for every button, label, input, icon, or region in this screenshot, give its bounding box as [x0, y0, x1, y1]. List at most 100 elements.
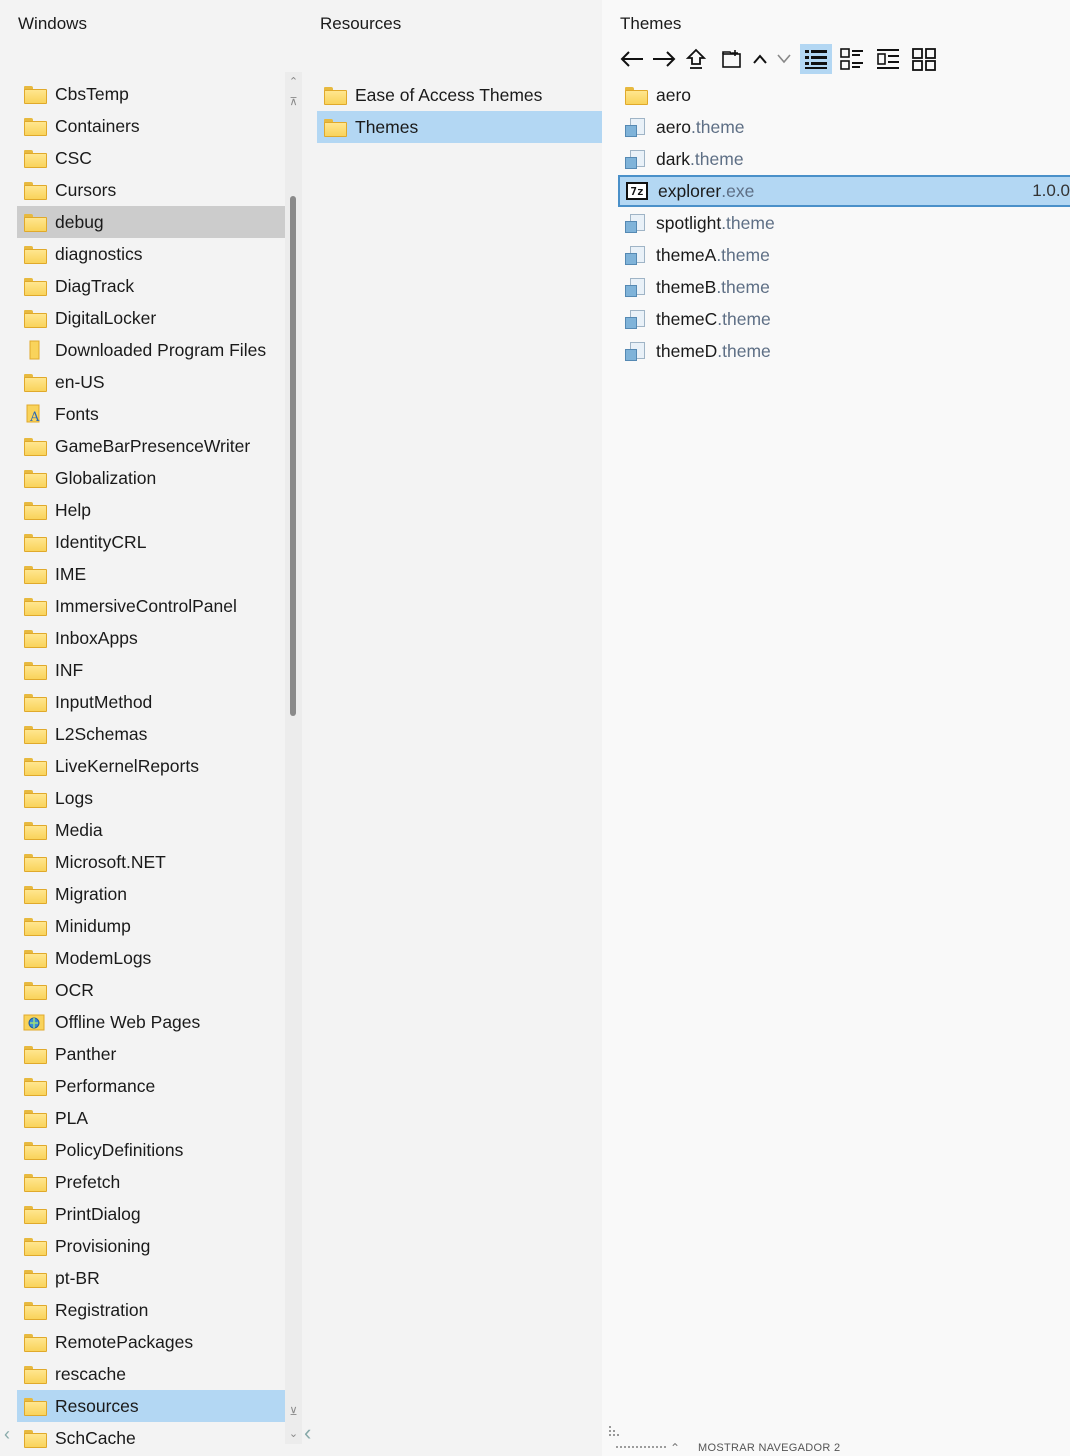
scrollbar-thumb[interactable]	[290, 196, 296, 716]
folder-icon	[23, 371, 47, 393]
folder-row-printdialog[interactable]: PrintDialog	[17, 1198, 302, 1230]
folder-row-ease-of-access-themes[interactable]: Ease of Access Themes	[317, 79, 602, 111]
folder-label: Fonts	[55, 403, 99, 424]
folder-row-remotepackages[interactable]: RemotePackages	[17, 1326, 302, 1358]
folder-row-schcache[interactable]: SchCache	[17, 1422, 302, 1454]
forward-arrow-icon[interactable]	[648, 44, 680, 74]
folder-row-csc[interactable]: CSC	[17, 142, 302, 174]
folder-row-inboxapps[interactable]: InboxApps	[17, 622, 302, 654]
folder-row-diagtrack[interactable]: DiagTrack	[17, 270, 302, 302]
folder-row-resources[interactable]: Resources	[17, 1390, 302, 1422]
back-arrow-icon[interactable]	[616, 44, 648, 74]
folder-row-prefetch[interactable]: Prefetch	[17, 1166, 302, 1198]
folder-row-inf[interactable]: INF	[17, 654, 302, 686]
folder-row-diagnostics[interactable]: diagnostics	[17, 238, 302, 270]
folder-row-gamebarpresencewriter[interactable]: GameBarPresenceWriter	[17, 430, 302, 462]
folder-row-pt-br[interactable]: pt-BR	[17, 1262, 302, 1294]
file-row-explorer-exe[interactable]: 7z explorer .exe 1.0.0	[618, 175, 1070, 207]
file-extension: .theme	[717, 308, 771, 329]
details-view-icon[interactable]	[800, 44, 832, 74]
folder-label: L2Schemas	[55, 723, 148, 744]
folder-row-panther[interactable]: Panther	[17, 1038, 302, 1070]
tree-view-icon[interactable]	[872, 44, 904, 74]
chevron-down-icon[interactable]	[772, 44, 796, 74]
theme-file-icon	[624, 212, 646, 234]
list-view-icon[interactable]	[836, 44, 868, 74]
file-extension: .theme	[716, 244, 770, 265]
file-row-themea-theme[interactable]: themeA .theme	[618, 239, 1070, 271]
folder-label: ImmersiveControlPanel	[55, 595, 237, 616]
scroll-up-icon[interactable]: ⌃	[285, 74, 302, 88]
folder-row-pla[interactable]: PLA	[17, 1102, 302, 1134]
new-folder-icon[interactable]	[716, 44, 748, 74]
file-row-aero[interactable]: aero	[618, 79, 1070, 111]
folder-row-debug[interactable]: debug	[17, 206, 302, 238]
file-name: themeA	[656, 244, 717, 265]
folder-icon	[23, 1427, 47, 1449]
folder-row-cursors[interactable]: Cursors	[17, 174, 302, 206]
up-folder-icon[interactable]	[680, 44, 712, 74]
scroll-left-icon[interactable]: ‹	[304, 1420, 311, 1446]
fonts-folder-icon: A	[23, 403, 45, 425]
folder-icon	[23, 979, 47, 1001]
vertical-scrollbar[interactable]: ⌃ ⊼ ⊻ ⌄	[285, 72, 302, 1444]
folder-label: Resources	[55, 1395, 139, 1416]
chevron-up-icon[interactable]: ⌃	[670, 1441, 680, 1455]
folder-row-inputmethod[interactable]: InputMethod	[17, 686, 302, 718]
folder-row-cbstemp[interactable]: CbsTemp	[17, 78, 302, 110]
folder-row-rescache[interactable]: rescache	[17, 1358, 302, 1390]
folder-label: IdentityCRL	[55, 531, 147, 552]
folder-label: PolicyDefinitions	[55, 1139, 184, 1160]
folder-row-provisioning[interactable]: Provisioning	[17, 1230, 302, 1262]
file-row-themed-theme[interactable]: themeD .theme	[618, 335, 1070, 367]
folder-row-minidump[interactable]: Minidump	[17, 910, 302, 942]
folder-row-identitycrl[interactable]: IdentityCRL	[17, 526, 302, 558]
file-row-spotlight-theme[interactable]: spotlight .theme	[618, 207, 1070, 239]
chevron-up-icon[interactable]	[748, 44, 772, 74]
folder-label: Microsoft.NET	[55, 851, 166, 872]
tiles-view-icon[interactable]	[908, 44, 940, 74]
folder-row-microsoft-net[interactable]: Microsoft.NET	[17, 846, 302, 878]
theme-file-icon	[624, 148, 646, 170]
folder-icon	[23, 659, 47, 681]
file-row-themec-theme[interactable]: themeC .theme	[618, 303, 1070, 335]
folder-row-ime[interactable]: IME	[17, 558, 302, 590]
folder-row-ocr[interactable]: OCR	[17, 974, 302, 1006]
scroll-left-icon[interactable]: ‹	[4, 1424, 10, 1445]
folder-row-policydefinitions[interactable]: PolicyDefinitions	[17, 1134, 302, 1166]
scroll-top-icon[interactable]: ⊼	[285, 94, 302, 108]
folder-row-downloaded-program-files[interactable]: Downloaded Program Files	[17, 334, 302, 366]
file-row-aero-theme[interactable]: aero .theme	[618, 111, 1070, 143]
scroll-bottom-icon[interactable]: ⊻	[285, 1404, 302, 1418]
folder-row-digitallocker[interactable]: DigitalLocker	[17, 302, 302, 334]
file-extension: .theme	[690, 148, 744, 169]
folder-row-immersivecontrolpanel[interactable]: ImmersiveControlPanel	[17, 590, 302, 622]
folder-row-containers[interactable]: Containers	[17, 110, 302, 142]
folder-row-themes[interactable]: Themes	[317, 111, 602, 143]
folder-row-migration[interactable]: Migration	[17, 878, 302, 910]
folder-label: Media	[55, 819, 103, 840]
status-navigator-toggle[interactable]: MOSTRAR NAVEGADOR 2	[698, 1442, 840, 1454]
file-row-themeb-theme[interactable]: themeB .theme	[618, 271, 1070, 303]
folder-row-l2schemas[interactable]: L2Schemas	[17, 718, 302, 750]
folder-list: CbsTemp Containers CSC Cursors debug diagnost…	[17, 78, 302, 1454]
file-name: themeB	[656, 276, 717, 297]
resize-grip-icon[interactable]	[608, 1425, 622, 1439]
folder-row-help[interactable]: Help	[17, 494, 302, 526]
folder-label: Help	[55, 499, 91, 520]
folder-icon	[23, 1299, 47, 1321]
folder-row-performance[interactable]: Performance	[17, 1070, 302, 1102]
folder-row-registration[interactable]: Registration	[17, 1294, 302, 1326]
file-row-dark-theme[interactable]: dark .theme	[618, 143, 1070, 175]
folder-label: GameBarPresenceWriter	[55, 435, 251, 456]
folder-label: IME	[55, 563, 87, 584]
folder-row-globalization[interactable]: Globalization	[17, 462, 302, 494]
folder-row-livekernelreports[interactable]: LiveKernelReports	[17, 750, 302, 782]
folder-row-media[interactable]: Media	[17, 814, 302, 846]
folder-row-modemlogs[interactable]: ModemLogs	[17, 942, 302, 974]
folder-row-offline-web-pages[interactable]: Offline Web Pages	[17, 1006, 302, 1038]
folder-row-en-us[interactable]: en-US	[17, 366, 302, 398]
folder-row-fonts[interactable]: A Fonts	[17, 398, 302, 430]
scroll-down-icon[interactable]: ⌄	[285, 1426, 302, 1440]
folder-row-logs[interactable]: Logs	[17, 782, 302, 814]
